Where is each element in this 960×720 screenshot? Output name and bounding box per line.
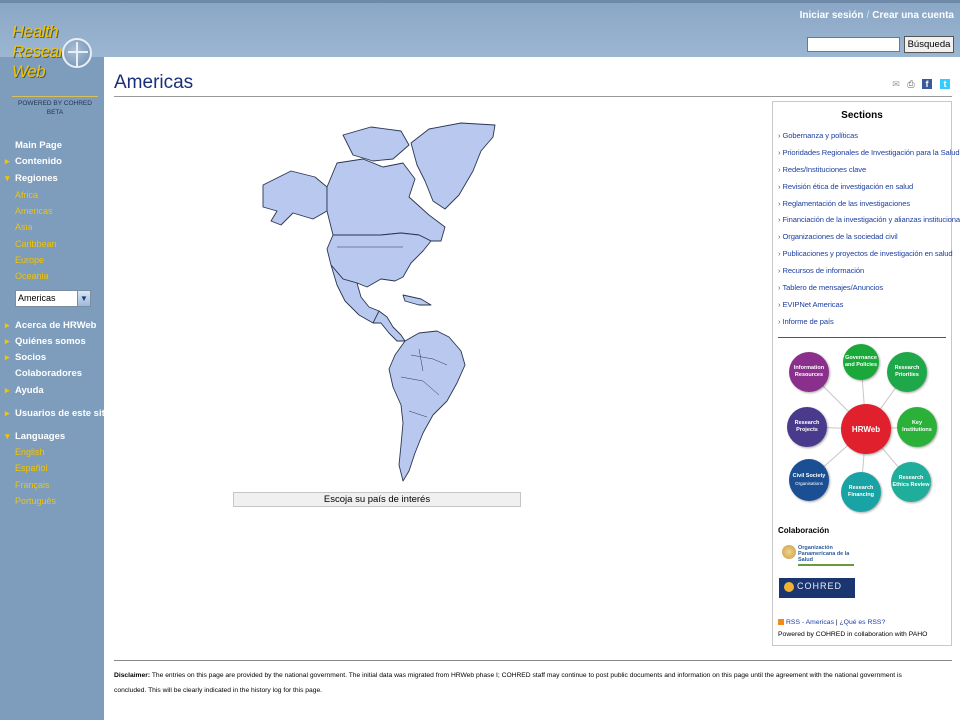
- section-link-redes[interactable]: Redes/Instituciones clave: [778, 165, 866, 174]
- language-link-portugues[interactable]: Português: [15, 496, 56, 506]
- disclaimer-label: Disclaimer:: [114, 672, 151, 679]
- diagram-civil-society[interactable]: Civil Society Organisations: [789, 459, 829, 501]
- sections-panel: Sections Gobernanza y políticas Priorida…: [772, 101, 960, 646]
- civil-society-sub-label: Organisations: [795, 481, 823, 486]
- login-link[interactable]: Iniciar sesión: [800, 10, 864, 21]
- rss-separator: |: [835, 619, 838, 626]
- cohred-logo[interactable]: COHRED: [779, 578, 855, 598]
- email-icon[interactable]: ✉: [891, 79, 901, 89]
- search-input[interactable]: [807, 37, 900, 52]
- section-link-recursos[interactable]: Recursos de información: [778, 266, 864, 275]
- civil-society-label: Civil Society: [792, 473, 826, 479]
- rss-line: RSS - Americas | ¿Qué es RSS?: [778, 619, 885, 626]
- collaboration-title: Colaboración: [778, 526, 830, 535]
- paho-logo-text: Organización Panamericana de la Salud: [798, 545, 850, 563]
- cohred-logo-text: COHRED: [797, 581, 843, 591]
- sidebar-item-contenido[interactable]: Contenido: [5, 156, 62, 167]
- logo-powered-by: POWERED BY COHRED: [18, 100, 92, 107]
- sidebar-item-quienes[interactable]: Quiénes somos: [5, 336, 86, 347]
- region-link-africa[interactable]: Africa: [15, 190, 38, 200]
- create-account-link[interactable]: Crear una cuenta: [872, 10, 954, 21]
- logo-word-health: Health: [12, 22, 59, 41]
- diagram-information-resources[interactable]: Information Resources: [789, 352, 829, 392]
- section-link-publicaciones[interactable]: Publicaciones y proyectos de investigaci…: [778, 249, 952, 258]
- print-icon[interactable]: ⎙: [906, 79, 916, 89]
- region-link-europe[interactable]: Europe: [15, 255, 44, 265]
- cohred-dot-icon: [784, 582, 794, 592]
- what-is-rss-link[interactable]: ¿Qué es RSS?: [840, 619, 886, 626]
- sidebar-item-usuarios[interactable]: Usuarios de este sitio: [5, 408, 113, 419]
- auth-separator: /: [866, 10, 870, 21]
- diagram-governance[interactable]: Governance and Policies: [843, 344, 879, 380]
- region-link-asia[interactable]: Asia: [15, 222, 33, 232]
- country-select-dropdown[interactable]: Escoja su país de interés: [233, 492, 521, 507]
- powered-by-text: Powered by COHRED in collaboration with …: [778, 631, 928, 638]
- auth-links: Iniciar sesión / Crear una cuenta: [800, 10, 954, 21]
- diagram-research-ethics[interactable]: Research Ethics Review: [891, 462, 931, 502]
- diagram-hrweb-center[interactable]: HRWeb: [841, 404, 891, 454]
- disclaimer-text: The entries on this page are provided by…: [114, 672, 902, 694]
- paho-logo[interactable]: Organización Panamericana de la Salud: [780, 542, 856, 574]
- logo-tagline: POWERED BY COHRED BETA: [12, 96, 98, 117]
- map-greenland[interactable]: [410, 122, 496, 210]
- section-link-tablero[interactable]: Tablero de mensajes/Anuncios: [778, 283, 883, 292]
- americas-map[interactable]: [233, 115, 523, 490]
- language-link-english[interactable]: English: [15, 447, 45, 457]
- disclaimer: Disclaimer: The entries on this page are…: [114, 668, 934, 698]
- section-link-revision-etica[interactable]: Revisión ética de investigación en salud: [778, 182, 913, 191]
- logo-word-web: Web: [12, 62, 46, 81]
- paho-seal-icon: [782, 545, 796, 559]
- map-south-america[interactable]: [388, 330, 466, 482]
- map-caribbean[interactable]: [402, 294, 432, 306]
- region-link-americas[interactable]: Americas: [15, 206, 53, 216]
- sidebar-item-languages[interactable]: Languages: [5, 431, 65, 442]
- sidebar-item-colaboradores[interactable]: Colaboradores: [15, 368, 82, 379]
- map-alaska[interactable]: [262, 170, 328, 226]
- region-select[interactable]: Americas ▼: [15, 290, 91, 307]
- section-link-reglamentacion[interactable]: Reglamentación de las investigaciones: [778, 199, 910, 208]
- facebook-icon[interactable]: f: [922, 79, 932, 89]
- diagram-research-financing[interactable]: Research Financing: [841, 472, 881, 512]
- search-button[interactable]: Búsqueda: [904, 36, 954, 53]
- diagram-key-institutions[interactable]: Key Institutions: [897, 407, 937, 447]
- section-link-sociedad-civil[interactable]: Organizaciones de la sociedad civil: [778, 232, 897, 241]
- sections-title: Sections: [841, 110, 883, 121]
- section-link-gobernanza[interactable]: Gobernanza y políticas: [778, 131, 858, 140]
- twitter-icon[interactable]: t: [940, 79, 950, 89]
- title-divider: [114, 96, 952, 97]
- map-arctic-islands[interactable]: [342, 126, 410, 162]
- site-logo[interactable]: Health Research Web POWERED BY COHRED BE…: [6, 22, 98, 118]
- globe-icon: [62, 38, 92, 68]
- map-central-america[interactable]: [372, 310, 406, 342]
- section-link-financiacion[interactable]: Financiación de la investigación y alian…: [778, 215, 960, 224]
- page-title: Americas: [114, 72, 194, 93]
- logo-beta: BETA: [46, 109, 64, 116]
- chevron-down-icon[interactable]: ▼: [77, 291, 90, 306]
- section-link-evipnet[interactable]: EVIPNet Americas: [778, 300, 843, 309]
- rss-icon[interactable]: [778, 619, 784, 626]
- sidebar-item-regiones[interactable]: Regiones: [5, 173, 58, 184]
- region-select-value: Americas: [18, 293, 56, 303]
- section-link-prioridades[interactable]: Prioridades Regionales de Investigación …: [778, 148, 959, 157]
- sidebar-item-acerca[interactable]: Acerca de HRWeb: [5, 320, 96, 331]
- sidebar-item-socios[interactable]: Socios: [5, 352, 46, 363]
- region-link-oceania[interactable]: Oceania: [15, 271, 49, 281]
- footer-divider: [114, 660, 952, 661]
- sidebar-item-ayuda[interactable]: Ayuda: [5, 385, 44, 396]
- paho-logo-underline: [798, 564, 854, 566]
- diagram-research-projects[interactable]: Research Projects: [787, 407, 827, 447]
- rss-feed-link[interactable]: RSS - Americas: [786, 619, 834, 626]
- sidebar-item-main-page[interactable]: Main Page: [15, 140, 62, 151]
- section-link-informe[interactable]: Informe de país: [778, 317, 833, 326]
- language-link-francais[interactable]: Français: [15, 480, 50, 490]
- language-link-espanol[interactable]: Español: [15, 463, 48, 473]
- diagram-research-priorities[interactable]: Research Priorities: [887, 352, 927, 392]
- region-link-caribbean[interactable]: Caribbean: [15, 239, 57, 249]
